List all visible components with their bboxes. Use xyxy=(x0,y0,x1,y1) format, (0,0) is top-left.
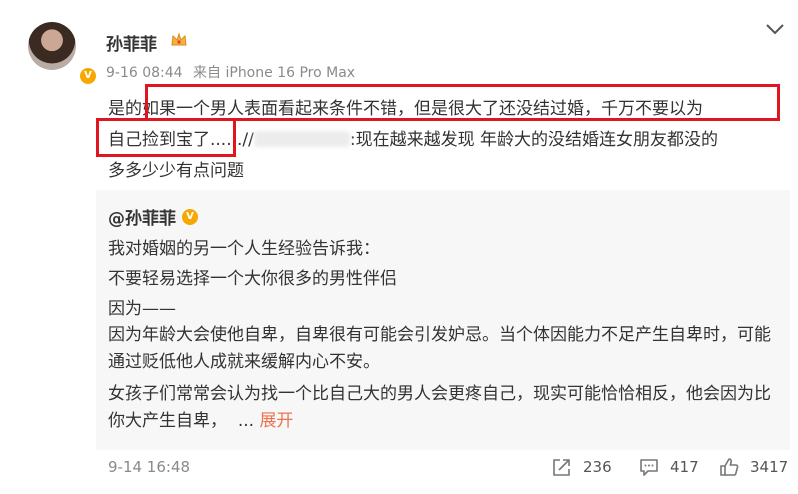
post-meta: 9-16 08:44 来自 iPhone 16 Pro Max xyxy=(106,62,361,82)
quoted-paragraph-last: 女孩子们常常会认为找一个比自己大的男人会更疼自己，现实可能恰恰相反，他会因为比你… xyxy=(108,381,778,435)
thumbs-up-icon xyxy=(718,456,740,478)
quoted-paragraph-text: 女孩子们常常会认为找一个比自己大的男人会更疼自己，现实可能恰恰相反，他会因为比你… xyxy=(108,384,771,431)
share-button[interactable]: 236 xyxy=(551,454,612,480)
share-count: 236 xyxy=(583,458,612,476)
verified-badge-icon: V xyxy=(182,208,198,225)
comment-button[interactable]: 417 xyxy=(638,454,699,480)
crown-icon xyxy=(170,32,188,48)
expand-link[interactable]: 展开 xyxy=(259,411,293,431)
verified-badge-icon: V xyxy=(78,66,98,86)
post-body-line2-rest: :现在越来越发现 年龄大的没结婚连女朋友都没的 xyxy=(349,130,719,150)
post-date[interactable]: 9-16 08:44 xyxy=(106,65,183,81)
quoted-post[interactable]: @孙菲菲 V 我对婚姻的另一个人生经验告诉我： 不要轻易选择一个大你很多的男性伴侣… xyxy=(96,190,790,450)
quoted-date[interactable]: 9-14 16:48 xyxy=(108,458,190,476)
quoted-author[interactable]: @孙菲菲 V xyxy=(108,204,198,229)
post-body-line1: 如果一个男人表面看起来条件不错，但是很大了还没结过婚，千万不要以为 xyxy=(142,99,703,119)
like-count: 3417 xyxy=(750,458,789,476)
post-body-line2-start: 自己捡到宝了... xyxy=(108,130,227,150)
post-body-line2-sep: ...// xyxy=(226,130,254,150)
username[interactable]: 孙菲菲 xyxy=(106,30,157,55)
avatar[interactable]: V xyxy=(28,22,98,86)
comment-count: 417 xyxy=(670,458,699,476)
quoted-author-name[interactable]: @孙菲菲 xyxy=(108,209,176,229)
quoted-line: 不要轻易选择一个大你很多的男性伴侣 xyxy=(108,269,397,289)
post-source: 来自 iPhone 16 Pro Max xyxy=(193,65,356,81)
post-body: 是的如果一个男人表面看起来条件不错，但是很大了还没结过婚，千万不要以为 自己捡到… xyxy=(108,94,788,187)
like-button[interactable]: 3417 xyxy=(718,454,788,480)
chevron-down-icon[interactable] xyxy=(762,16,788,42)
quoted-ellipsis: ... xyxy=(237,411,255,431)
quoted-line: 因为—— xyxy=(108,299,176,319)
comment-icon xyxy=(638,456,660,478)
post-body-prefix: 是的 xyxy=(108,99,142,119)
post-body-line3: 多多少少有点问题 xyxy=(108,161,244,181)
blurred-mention xyxy=(253,131,350,147)
share-icon xyxy=(551,456,573,478)
quoted-paragraph: 因为年龄大会使他自卑，自卑很有可能会引发妒忌。当个体因能力不足产生自卑时，可能通… xyxy=(108,325,771,372)
quoted-line: 我对婚姻的另一个人生经验告诉我： xyxy=(108,239,380,259)
